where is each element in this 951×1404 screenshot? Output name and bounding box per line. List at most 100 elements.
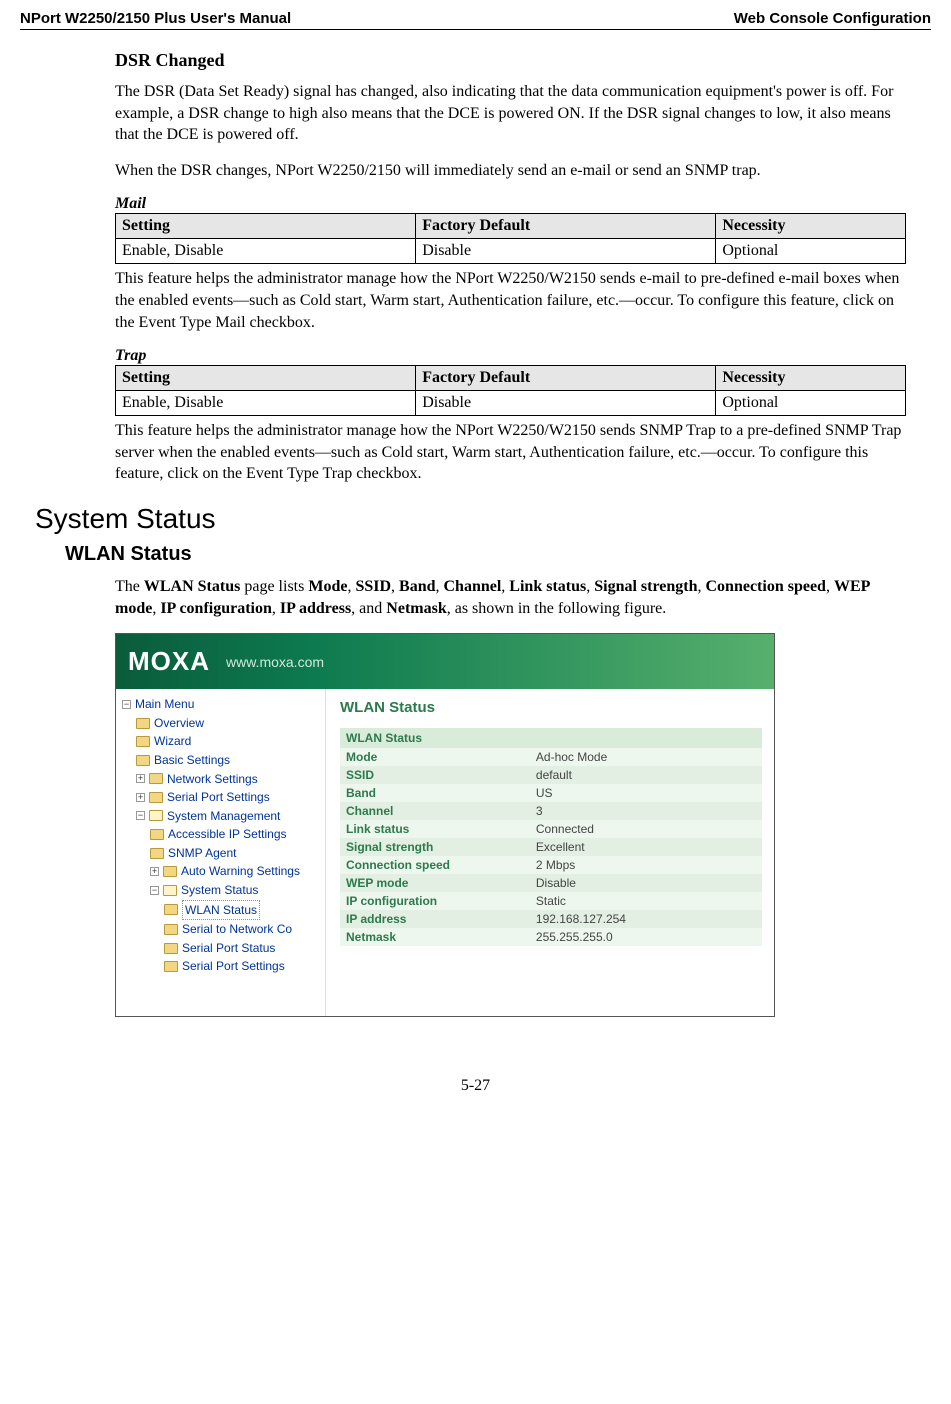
k-signal: Signal strength [340,838,530,856]
tree-label-snmp[interactable]: SNMP Agent [168,844,236,863]
mail-th-setting: Setting [116,214,416,239]
minus-icon[interactable]: − [150,886,159,895]
tree-item-autowarn[interactable]: + Auto Warning Settings [122,862,321,881]
tree-item-accessible-ip[interactable]: Accessible IP Settings [122,825,321,844]
row-netmask: Netmask255.255.255.0 [340,928,762,946]
tree-root-label[interactable]: Main Menu [135,695,194,714]
tree-label-autowarn[interactable]: Auto Warning Settings [181,862,300,881]
intro-and: , and [351,600,386,617]
intro-b7: Signal strength [594,578,697,595]
tree-item-serial[interactable]: + Serial Port Settings [122,788,321,807]
banner: MOXA www.moxa.com [116,634,774,689]
v-ssid: default [530,766,762,784]
plus-icon[interactable]: + [136,793,145,802]
folder-icon [164,904,178,915]
k-ipconf: IP configuration [340,892,530,910]
folder-icon [150,829,164,840]
tree-item-wizard[interactable]: Wizard [122,732,321,751]
mail-title: Mail [115,195,906,213]
open-folder-icon [163,885,177,896]
trap-td-necessity: Optional [716,391,906,416]
tree-item-overview[interactable]: Overview [122,714,321,733]
wlan-status-heading: WLAN Status [65,543,906,566]
k-ssid: SSID [340,766,530,784]
intro-b10: IP configuration [160,600,272,617]
status-panel: WLAN Status WLAN Status ModeAd-hoc Mode … [326,689,774,1016]
row-channel: Channel3 [340,802,762,820]
k-netmask: Netmask [340,928,530,946]
folder-icon [150,848,164,859]
tree-item-sysmgmt[interactable]: − System Management [122,807,321,826]
wlan-status-screenshot: MOXA www.moxa.com − Main Menu Overview W… [115,633,775,1017]
tree-label-overview[interactable]: Overview [154,714,204,733]
trap-th-setting: Setting [116,366,416,391]
tree-label-wizard[interactable]: Wizard [154,732,191,751]
intro-pre: The [115,578,144,595]
folder-icon [164,943,178,954]
tree-label-network[interactable]: Network Settings [167,770,258,789]
wlan-intro: The WLAN Status page lists Mode, SSID, B… [115,576,906,619]
row-wep: WEP modeDisable [340,874,762,892]
tree-item-spsettings[interactable]: Serial Port Settings [122,957,321,976]
tree-label-wlanstatus[interactable]: WLAN Status [182,900,260,921]
dsr-para2: When the DSR changes, NPort W2250/2150 w… [115,160,906,182]
trap-td-setting: Enable, Disable [116,391,416,416]
minus-icon[interactable]: − [122,700,131,709]
page-header: NPort W2250/2150 Plus User's Manual Web … [20,10,931,30]
v-channel: 3 [530,802,762,820]
header-right: Web Console Configuration [734,10,931,27]
v-ipaddr: 192.168.127.254 [530,910,762,928]
folder-icon [136,718,150,729]
v-signal: Excellent [530,838,762,856]
plus-icon[interactable]: + [150,867,159,876]
logo-text: MOXA [128,646,210,677]
logo-url: www.moxa.com [226,654,324,670]
row-ipconf: IP configurationStatic [340,892,762,910]
folder-icon [136,736,150,747]
k-ipaddr: IP address [340,910,530,928]
intro-b11: IP address [280,600,351,617]
trap-table: Setting Factory Default Necessity Enable… [115,365,906,416]
mail-td-default: Disable [416,239,716,264]
tree-label-serial[interactable]: Serial Port Settings [167,788,270,807]
tree-label-spsettings[interactable]: Serial Port Settings [182,957,285,976]
tree-item-network[interactable]: + Network Settings [122,770,321,789]
intro-b3: SSID [355,578,391,595]
trap-title: Trap [115,347,906,365]
tree-item-s2n[interactable]: Serial to Network Co [122,920,321,939]
k-speed: Connection speed [340,856,530,874]
row-mode: ModeAd-hoc Mode [340,748,762,766]
header-left: NPort W2250/2150 Plus User's Manual [20,10,291,27]
minus-icon[interactable]: − [136,811,145,820]
k-channel: Channel [340,802,530,820]
k-band: Band [340,784,530,802]
row-ipaddr: IP address192.168.127.254 [340,910,762,928]
folder-icon [164,961,178,972]
row-speed: Connection speed2 Mbps [340,856,762,874]
open-folder-icon [149,810,163,821]
tree-item-sysstatus[interactable]: − System Status [122,881,321,900]
tree-root[interactable]: − Main Menu [122,695,321,714]
mail-table: Setting Factory Default Necessity Enable… [115,213,906,264]
tree-label-s2n[interactable]: Serial to Network Co [182,920,292,939]
tree-label-accessible-ip[interactable]: Accessible IP Settings [168,825,287,844]
tree-label-sysmgmt[interactable]: System Management [167,807,280,826]
panel-title: WLAN Status [340,699,762,716]
v-ipconf: Static [530,892,762,910]
status-table: ModeAd-hoc Mode SSIDdefault BandUS Chann… [340,748,762,946]
trap-td-default: Disable [416,391,716,416]
folder-icon [149,773,163,784]
plus-icon[interactable]: + [136,774,145,783]
tree-label-spstatus[interactable]: Serial Port Status [182,939,275,958]
tree-item-spstatus[interactable]: Serial Port Status [122,939,321,958]
tree-item-basic[interactable]: Basic Settings [122,751,321,770]
dsr-para1: The DSR (Data Set Ready) signal has chan… [115,81,906,146]
tree-item-snmp[interactable]: SNMP Agent [122,844,321,863]
v-speed: 2 Mbps [530,856,762,874]
intro-b1: WLAN Status [144,578,240,595]
tree-item-wlanstatus[interactable]: WLAN Status [122,900,321,921]
tree-label-sysstatus[interactable]: System Status [181,881,258,900]
tree-label-basic[interactable]: Basic Settings [154,751,230,770]
k-mode: Mode [340,748,530,766]
intro-b4: Band [399,578,435,595]
